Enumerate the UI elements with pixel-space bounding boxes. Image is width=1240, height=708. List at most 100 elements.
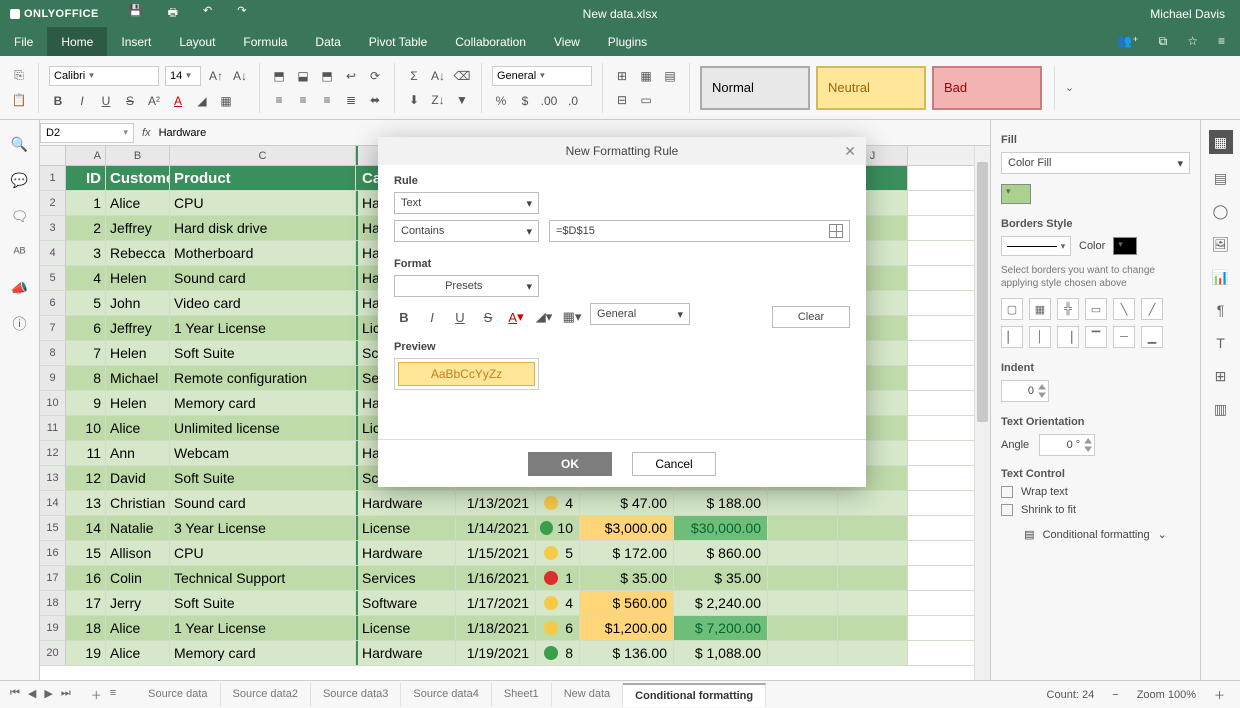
- user-name[interactable]: Michael Davis: [1150, 7, 1225, 21]
- cell[interactable]: Sound card: [170, 266, 356, 290]
- menu-plugins[interactable]: Plugins: [594, 27, 661, 56]
- cell[interactable]: $ 136.00: [580, 641, 674, 665]
- align-right-icon[interactable]: ≡: [318, 91, 336, 109]
- cell[interactable]: [838, 566, 908, 590]
- row-header[interactable]: 12: [40, 441, 66, 465]
- row-header[interactable]: 16: [40, 541, 66, 565]
- cell[interactable]: 4: [536, 591, 580, 615]
- cell[interactable]: Software: [356, 591, 456, 615]
- print-icon[interactable]: 🖶: [168, 4, 178, 23]
- cell[interactable]: 7: [66, 341, 106, 365]
- cell[interactable]: Hardware: [356, 541, 456, 565]
- reference-input[interactable]: =$D$15: [549, 220, 850, 242]
- rule-type-select[interactable]: Text▾: [394, 192, 539, 214]
- sort-asc-icon[interactable]: A↓: [429, 67, 447, 85]
- cell[interactable]: 17: [66, 591, 106, 615]
- cell[interactable]: 1: [536, 566, 580, 590]
- name-box[interactable]: D2▾: [40, 123, 134, 143]
- sheet-tab[interactable]: New data: [552, 683, 623, 707]
- fill-down-icon[interactable]: ⬇: [405, 91, 423, 109]
- zoom-level[interactable]: Zoom 100%: [1137, 689, 1196, 701]
- row-header[interactable]: 8: [40, 341, 66, 365]
- menu-pivot-table[interactable]: Pivot Table: [355, 27, 441, 56]
- row-header[interactable]: 20: [40, 641, 66, 665]
- prev-sheet-icon[interactable]: ◀: [28, 687, 36, 703]
- border-hcenter-icon[interactable]: ─: [1113, 326, 1135, 348]
- border-top-icon[interactable]: ▔: [1085, 326, 1107, 348]
- cell[interactable]: Soft Suite: [170, 341, 356, 365]
- row-header[interactable]: 10: [40, 391, 66, 415]
- cell-settings-icon[interactable]: ▦: [1209, 130, 1233, 154]
- font-color-icon[interactable]: A▾: [506, 307, 526, 327]
- cell[interactable]: $ 35.00: [674, 566, 768, 590]
- cell[interactable]: Hard disk drive: [170, 216, 356, 240]
- indent-spinner[interactable]: 0: [1001, 380, 1049, 402]
- cell[interactable]: 5: [536, 541, 580, 565]
- slicer-icon[interactable]: ▥: [1212, 400, 1230, 418]
- cell[interactable]: [768, 491, 838, 515]
- cancel-button[interactable]: Cancel: [632, 452, 716, 476]
- borders-icon[interactable]: ▦: [217, 92, 235, 110]
- cell[interactable]: Jeffrey: [106, 316, 170, 340]
- presets-select[interactable]: Presets▾: [394, 275, 539, 297]
- condition-select[interactable]: Contains▾: [394, 220, 539, 242]
- cell[interactable]: $ 560.00: [580, 591, 674, 615]
- dec-font-icon[interactable]: A↓: [231, 67, 249, 85]
- menu-home[interactable]: Home: [47, 27, 107, 56]
- cell[interactable]: $ 47.00: [580, 491, 674, 515]
- cell[interactable]: 9: [66, 391, 106, 415]
- row-header[interactable]: 9: [40, 366, 66, 390]
- align-mid-icon[interactable]: ⬓: [294, 67, 312, 85]
- cell[interactable]: [838, 616, 908, 640]
- cell[interactable]: 10: [66, 416, 106, 440]
- style-neutral[interactable]: Neutral: [816, 66, 926, 110]
- erase-icon[interactable]: ⌫: [453, 67, 471, 85]
- cell[interactable]: 16: [66, 566, 106, 590]
- sheet-tab[interactable]: Source data2: [221, 683, 311, 707]
- favorite-icon[interactable]: ☆: [1187, 34, 1198, 49]
- cell[interactable]: 10: [536, 516, 580, 540]
- cell[interactable]: 1/13/2021: [456, 491, 536, 515]
- cell[interactable]: Alice: [106, 616, 170, 640]
- filter-icon[interactable]: ▼: [453, 91, 471, 109]
- menu-insert[interactable]: Insert: [107, 27, 165, 56]
- sheet-tab[interactable]: Source data3: [311, 683, 401, 707]
- row-header[interactable]: 17: [40, 566, 66, 590]
- border-bottom-icon[interactable]: ▁: [1141, 326, 1163, 348]
- fill-color-icon[interactable]: ◢: [193, 92, 211, 110]
- insert-cells-icon[interactable]: ⊞: [613, 67, 631, 85]
- row-header[interactable]: 19: [40, 616, 66, 640]
- add-sheet-icon[interactable]: ＋: [91, 687, 102, 703]
- cell[interactable]: 1: [66, 191, 106, 215]
- delete-cells-icon[interactable]: ⊟: [613, 91, 631, 109]
- cell[interactable]: 19: [66, 641, 106, 665]
- cell[interactable]: 1/14/2021: [456, 516, 536, 540]
- cell[interactable]: Hardware: [356, 491, 456, 515]
- sheet-tab[interactable]: Sheet1: [492, 683, 552, 707]
- cell[interactable]: Services: [356, 566, 456, 590]
- list-sheets-icon[interactable]: ≡: [110, 687, 116, 703]
- more-styles-icon[interactable]: ⌄: [1054, 66, 1084, 110]
- cell[interactable]: Colin: [106, 566, 170, 590]
- cell[interactable]: 12: [66, 466, 106, 490]
- spell-icon[interactable]: ᴬᴮ: [11, 243, 29, 261]
- menu-file[interactable]: File: [0, 27, 47, 56]
- font-select[interactable]: Calibri: [49, 66, 159, 86]
- format-cells-icon[interactable]: ▭: [637, 91, 655, 109]
- dec-dec-icon[interactable]: .00: [540, 92, 558, 110]
- cell[interactable]: Webcam: [170, 441, 356, 465]
- align-justify-icon[interactable]: ≣: [342, 91, 360, 109]
- share-icon[interactable]: 👥⁺: [1117, 34, 1138, 49]
- border-diag1-icon[interactable]: ╲: [1113, 298, 1135, 320]
- feedback-icon[interactable]: 📣: [11, 279, 29, 297]
- cell[interactable]: [838, 591, 908, 615]
- row-header[interactable]: 7: [40, 316, 66, 340]
- cell[interactable]: 5: [66, 291, 106, 315]
- cell[interactable]: Allison: [106, 541, 170, 565]
- fill-color-swatch[interactable]: [1001, 184, 1031, 204]
- cell[interactable]: [768, 566, 838, 590]
- row-header[interactable]: 6: [40, 291, 66, 315]
- comments-icon[interactable]: 💬: [11, 171, 29, 189]
- zoom-in-icon[interactable]: ＋: [1214, 687, 1225, 703]
- last-sheet-icon[interactable]: ⏭: [61, 687, 71, 703]
